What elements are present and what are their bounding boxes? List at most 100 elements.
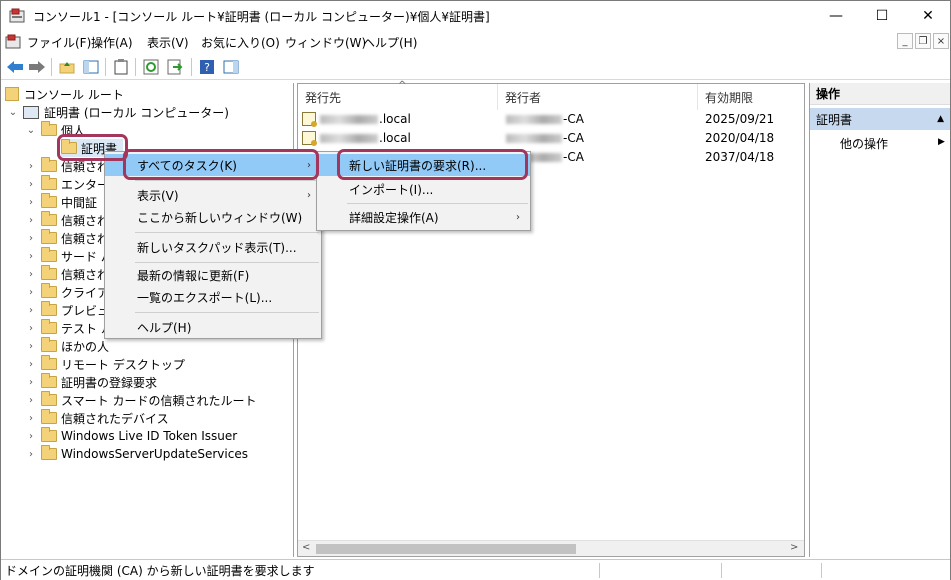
scroll-left-icon[interactable]: < (302, 542, 310, 553)
chevron-right-icon[interactable]: › (25, 197, 37, 208)
chevron-right-icon[interactable]: › (25, 341, 37, 352)
menu-item-view[interactable]: 表示(V) › (105, 184, 321, 206)
status-separator (821, 563, 822, 578)
mdi-minimize-button[interactable]: _ (897, 33, 913, 49)
redacted-text (506, 133, 562, 143)
menu-action[interactable]: 操作(A) (91, 34, 133, 51)
folder-icon (41, 121, 57, 136)
tree-item-trusted-people[interactable]: › 信頼され (25, 265, 109, 283)
horizontal-scrollbar[interactable]: < > (298, 540, 804, 556)
action-section-certificates[interactable]: 証明書 ▲ (810, 108, 950, 130)
table-row-issued-to[interactable]: .local (302, 110, 411, 128)
minimize-button[interactable]: — (813, 1, 859, 31)
folder-icon (41, 283, 57, 298)
chevron-right-icon[interactable]: › (25, 161, 37, 172)
chevron-right-icon[interactable]: › (25, 215, 37, 226)
folder-icon (41, 319, 57, 334)
menu-item-export-list[interactable]: 一覧のエクスポート(L)... (105, 286, 321, 308)
action-pane: 操作 証明書 ▲ 他の操作 ▶ (809, 83, 950, 557)
chevron-right-icon[interactable]: › (25, 413, 37, 424)
mdi-restore-button[interactable]: ❐ (915, 33, 931, 49)
tree-item-third-party[interactable]: › サード パ (25, 247, 113, 265)
column-header-issuer[interactable]: 発行者 (498, 84, 698, 110)
folder-icon (41, 409, 57, 424)
tree-item-test-root[interactable]: › テスト ル (25, 319, 113, 337)
folder-icon (41, 247, 57, 262)
toolbar: ? (1, 54, 950, 80)
menu-favorites[interactable]: お気に入り(O) (201, 34, 280, 51)
show-action-pane-button[interactable] (221, 57, 241, 77)
document-icon[interactable] (5, 34, 21, 50)
tree-item-intermediate[interactable]: › 中間証 (25, 193, 97, 211)
issuer-value: -CA (563, 131, 584, 145)
menu-help[interactable]: ヘルプ(H) (363, 34, 417, 51)
collapse-up-icon[interactable]: ▲ (937, 114, 944, 124)
tree-item-console-root[interactable]: コンソール ルート (5, 85, 124, 103)
scroll-right-icon[interactable]: > (790, 542, 798, 553)
scrollbar-thumb[interactable] (316, 544, 576, 554)
status-separator (721, 563, 722, 578)
tree-item-remote-desktop[interactable]: › リモート デスクトップ (25, 355, 185, 373)
tree-item-enrollment-requests[interactable]: › 証明書の登録要求 (25, 373, 157, 391)
chevron-right-icon[interactable]: › (25, 305, 37, 316)
issuer-value: -CA (563, 112, 584, 126)
menu-item-advanced-operations[interactable]: 詳細設定操作(A) › (317, 206, 530, 228)
chevron-down-icon[interactable]: ⌄ (25, 125, 37, 136)
menu-item-import[interactable]: インポート(I)... (317, 178, 530, 200)
expiration-value: 2020/04/18 (705, 131, 775, 145)
tree-item-untrusted[interactable]: › 信頼され (25, 229, 109, 247)
tree-item-label: スマート カードの信頼されたルート (61, 393, 257, 408)
menu-window[interactable]: ウィンドウ(W) (285, 34, 366, 51)
redacted-text (320, 114, 378, 124)
table-row-issued-to[interactable]: .local (302, 129, 411, 147)
menu-item-new-taskpad[interactable]: 新しいタスクパッド表示(T)... (105, 236, 321, 258)
tree-item-smartcard-root[interactable]: › スマート カードの信頼されたルート (25, 391, 256, 409)
up-level-button[interactable] (57, 57, 77, 77)
tree-item-wsus[interactable]: › WindowsServerUpdateServices (25, 445, 248, 463)
menu-item-help[interactable]: ヘルプ(H) (105, 316, 321, 338)
forward-button[interactable] (27, 57, 47, 77)
menu-item-refresh[interactable]: 最新の情報に更新(F) (105, 264, 321, 286)
chevron-right-icon[interactable]: › (25, 395, 37, 406)
maximize-button[interactable]: ☐ (859, 1, 905, 31)
chevron-right-icon[interactable]: › (25, 251, 37, 262)
column-header-issued-to[interactable]: 発行先 (298, 84, 498, 110)
tree-item-enterprise[interactable]: › エンター (25, 175, 109, 193)
properties-button[interactable] (111, 57, 131, 77)
refresh-button[interactable] (141, 57, 161, 77)
tree-item-certificates-local[interactable]: ⌄ 証明書 (ローカル コンピューター) (7, 103, 229, 121)
tree-item-other-people[interactable]: › ほかの人 (25, 337, 109, 355)
menu-item-new-window[interactable]: ここから新しいウィンドウ(W) (105, 206, 321, 228)
tree-item-trusted-devices[interactable]: › 信頼されたデバイス (25, 409, 169, 427)
show-hide-tree-button[interactable] (81, 57, 101, 77)
tree-item-label: 証明書 (ローカル コンピューター) (44, 105, 229, 120)
column-header-expiration[interactable]: 有効期限 (698, 84, 804, 110)
chevron-down-icon[interactable]: ⌄ (7, 107, 19, 118)
other-actions-link[interactable]: 他の操作 (840, 135, 888, 152)
chevron-right-icon[interactable]: › (25, 359, 37, 370)
folder-icon (41, 229, 57, 244)
chevron-right-icon[interactable]: › (25, 449, 37, 460)
mdi-close-button[interactable]: × (933, 33, 949, 49)
close-button[interactable]: ✕ (905, 1, 951, 31)
chevron-right-icon[interactable]: › (25, 233, 37, 244)
chevron-right-icon[interactable]: › (25, 377, 37, 388)
tree-item-label: 信頼され (61, 213, 110, 228)
table-row-issuer[interactable]: -CA (506, 129, 584, 147)
tree-item-client-auth[interactable]: › クライア (25, 283, 109, 301)
menu-view[interactable]: 表示(V) (147, 34, 189, 51)
chevron-right-icon[interactable]: › (25, 287, 37, 298)
export-list-button[interactable] (165, 57, 185, 77)
help-icon: ? (200, 60, 214, 74)
help-button[interactable]: ? (197, 57, 217, 77)
chevron-right-icon: ▶ (938, 137, 945, 147)
chevron-right-icon[interactable]: › (25, 323, 37, 334)
back-button[interactable] (5, 57, 25, 77)
chevron-right-icon[interactable]: › (25, 269, 37, 280)
menu-file[interactable]: ファイル(F) (27, 34, 91, 51)
tree-item-windows-live-id[interactable]: › Windows Live ID Token Issuer (25, 427, 237, 445)
tree-item-trusted-publishers[interactable]: › 信頼され (25, 211, 109, 229)
chevron-right-icon[interactable]: › (25, 431, 37, 442)
chevron-right-icon[interactable]: › (25, 179, 37, 190)
table-row-issuer[interactable]: -CA (506, 110, 584, 128)
